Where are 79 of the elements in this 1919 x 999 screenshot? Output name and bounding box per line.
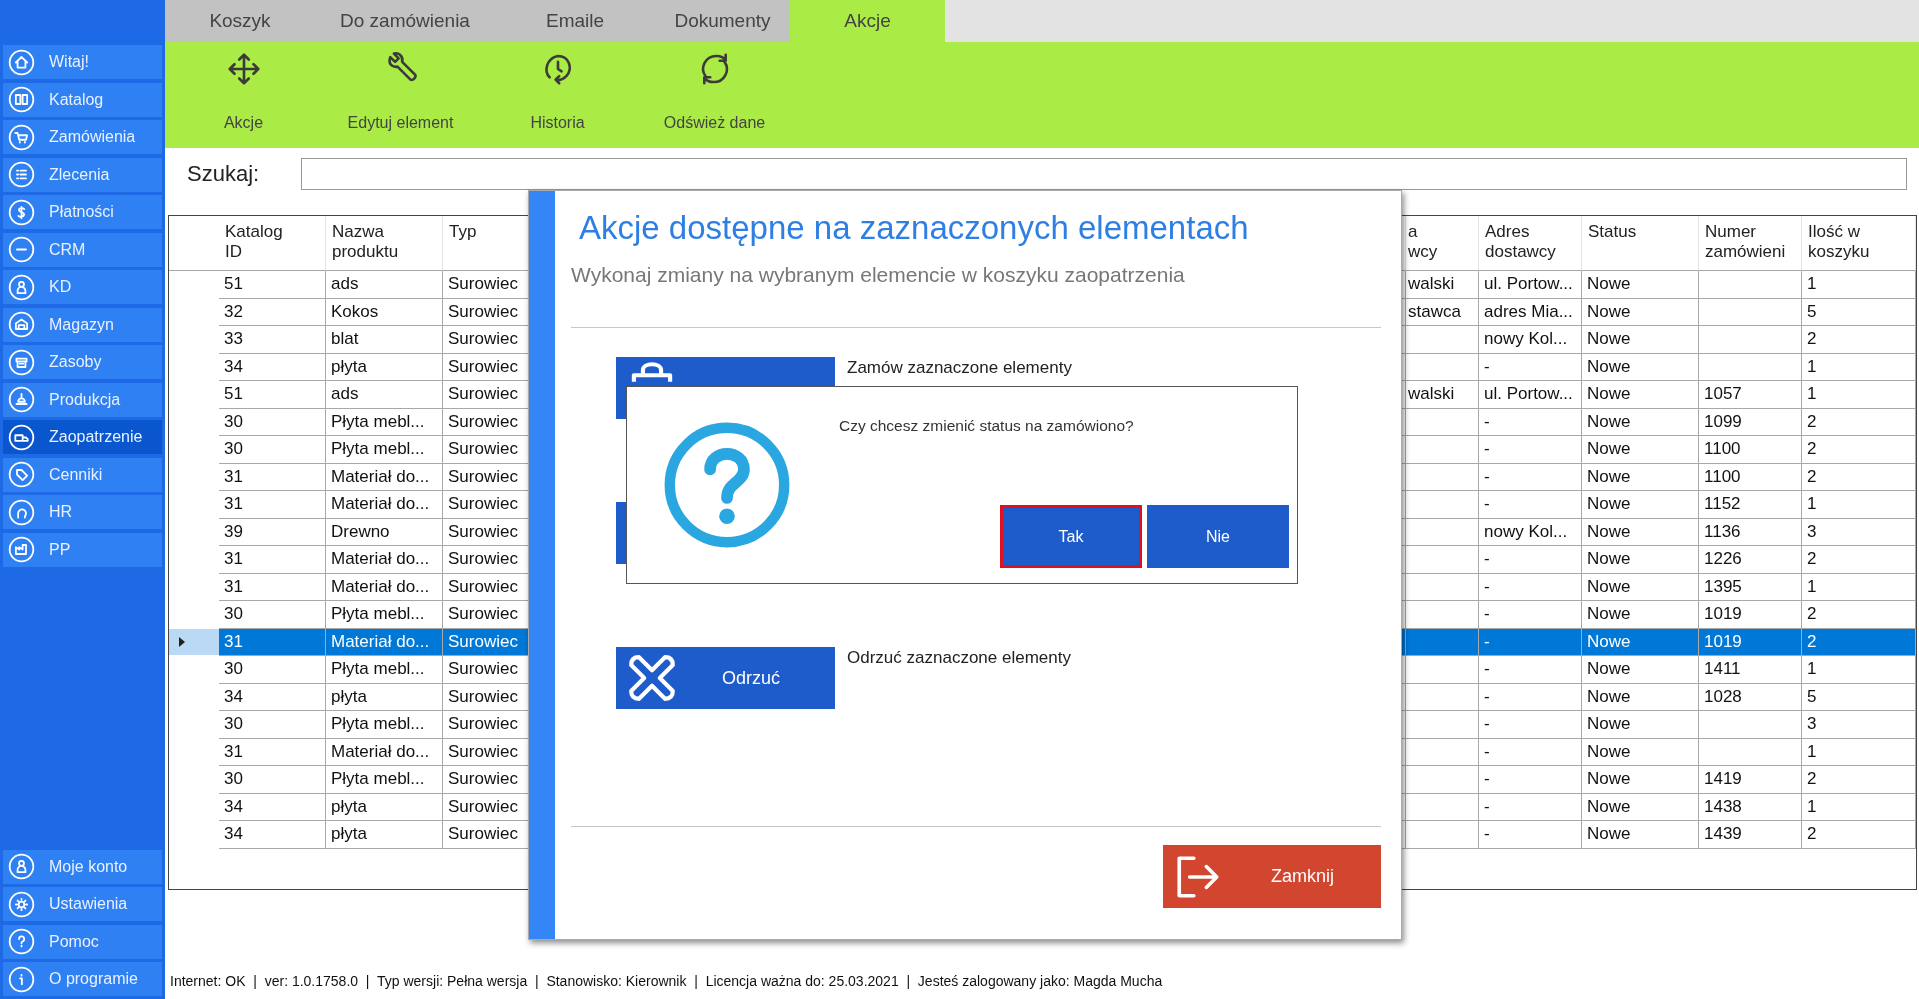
table-cell: ul. Portow... (1479, 271, 1582, 299)
table-cell: 1 (1802, 271, 1916, 299)
table-cell: 1100 (1699, 436, 1802, 464)
table-cell: Nowe (1582, 628, 1699, 656)
table-cell: 1019 (1699, 628, 1802, 656)
message-text: Czy chcesz zmienić status na zamówiono? (839, 417, 1135, 435)
table-cell: 1057 (1699, 381, 1802, 409)
table-cell: 1439 (1699, 821, 1802, 849)
table-cell: 31 (219, 546, 326, 574)
table-cell: 1226 (1699, 546, 1802, 574)
table-cell: Nowe (1582, 271, 1699, 299)
table-cell: 3 (1802, 711, 1916, 739)
table-cell: 2 (1802, 628, 1916, 656)
table-cell: 1419 (1699, 766, 1802, 794)
table-cell: 1019 (1699, 601, 1802, 629)
table-cell: Nowe (1582, 821, 1699, 849)
table-cell: walski (1406, 381, 1479, 409)
table-cell: - (1479, 656, 1582, 684)
table-cell: 51 (219, 271, 326, 299)
table-cell: ads (326, 271, 443, 299)
table-cell: 33 (219, 326, 326, 354)
table-cell: Płyta mebl... (326, 436, 443, 464)
action-description: Zamów zaznaczone elementy (847, 357, 1072, 378)
table-cell: 30 (219, 766, 326, 794)
table-cell: 34 (219, 821, 326, 849)
table-cell: 1 (1802, 491, 1916, 519)
table-cell: nowy Kol... (1479, 326, 1582, 354)
table-cell: 1 (1802, 656, 1916, 684)
table-cell: Materiał do... (326, 491, 443, 519)
table-cell: 2 (1802, 766, 1916, 794)
search-label: Szukaj: (187, 161, 260, 187)
table-cell: 2 (1802, 821, 1916, 849)
table-cell: - (1479, 491, 1582, 519)
table-cell: Nowe (1582, 491, 1699, 519)
table-cell: - (1479, 546, 1582, 574)
table-cell: ul. Portow... (1479, 381, 1582, 409)
table-cell: Nowe (1582, 326, 1699, 354)
table-cell: Nowe (1582, 601, 1699, 629)
table-cell: - (1479, 628, 1582, 656)
table-cell: 31 (219, 491, 326, 519)
table-cell: Płyta mebl... (326, 656, 443, 684)
table-cell: Surowiec (443, 628, 531, 656)
table-cell: - (1479, 711, 1582, 739)
table-cell: 30 (219, 601, 326, 629)
table-cell: Materiał do... (326, 546, 443, 574)
table-cell: 2 (1802, 436, 1916, 464)
table-cell: Płyta mebl... (326, 766, 443, 794)
table-cell: 1 (1802, 381, 1916, 409)
table-cell: Materiał do... (326, 628, 443, 656)
table-cell: Nowe (1582, 711, 1699, 739)
table-cell: Nowe (1582, 656, 1699, 684)
table-cell: Nowe (1582, 381, 1699, 409)
table-cell: 30 (219, 436, 326, 464)
table-cell: 2 (1802, 601, 1916, 629)
table-cell: 2 (1802, 326, 1916, 354)
table-cell: 1152 (1699, 491, 1802, 519)
table-cell: Nowe (1582, 766, 1699, 794)
table-cell: - (1479, 436, 1582, 464)
table-cell: 31 (219, 628, 326, 656)
table-cell: Nowe (1582, 436, 1699, 464)
table-cell: 51 (219, 381, 326, 409)
table-cell: 2 (1802, 546, 1916, 574)
table-cell: blat (326, 326, 443, 354)
table-cell: płyta (326, 821, 443, 849)
table-cell: Płyta mebl... (326, 601, 443, 629)
dialog-title: Akcje dostępne na zaznaczonych elementach (578, 209, 1250, 247)
table-cell: walski (1406, 271, 1479, 299)
table-cell: Płyta mebl... (326, 711, 443, 739)
action-description: Odrzuć zaznaczone elementy (847, 647, 1071, 668)
table-cell: - (1479, 821, 1582, 849)
status-text: Internet: OK | ver: 1.0.1758.0 | Typ wersji: Pełna wersja | Stanowisko: Kierownik | Licencja ważna do: 25.03.2021 | Jesteś zalogowany jako: Magda Mucha (169, 973, 1164, 991)
table-cell: - (1479, 766, 1582, 794)
table-cell: 30 (219, 656, 326, 684)
table-cell: Nowe (1582, 546, 1699, 574)
table-cell: ads (326, 381, 443, 409)
table-cell: 30 (219, 711, 326, 739)
table-cell: - (1479, 601, 1582, 629)
table-cell: 1411 (1699, 656, 1802, 684)
dialog-subtitle: Wykonaj zmiany na wybranym elemencie w koszyku zaopatrzenia (571, 263, 1186, 287)
